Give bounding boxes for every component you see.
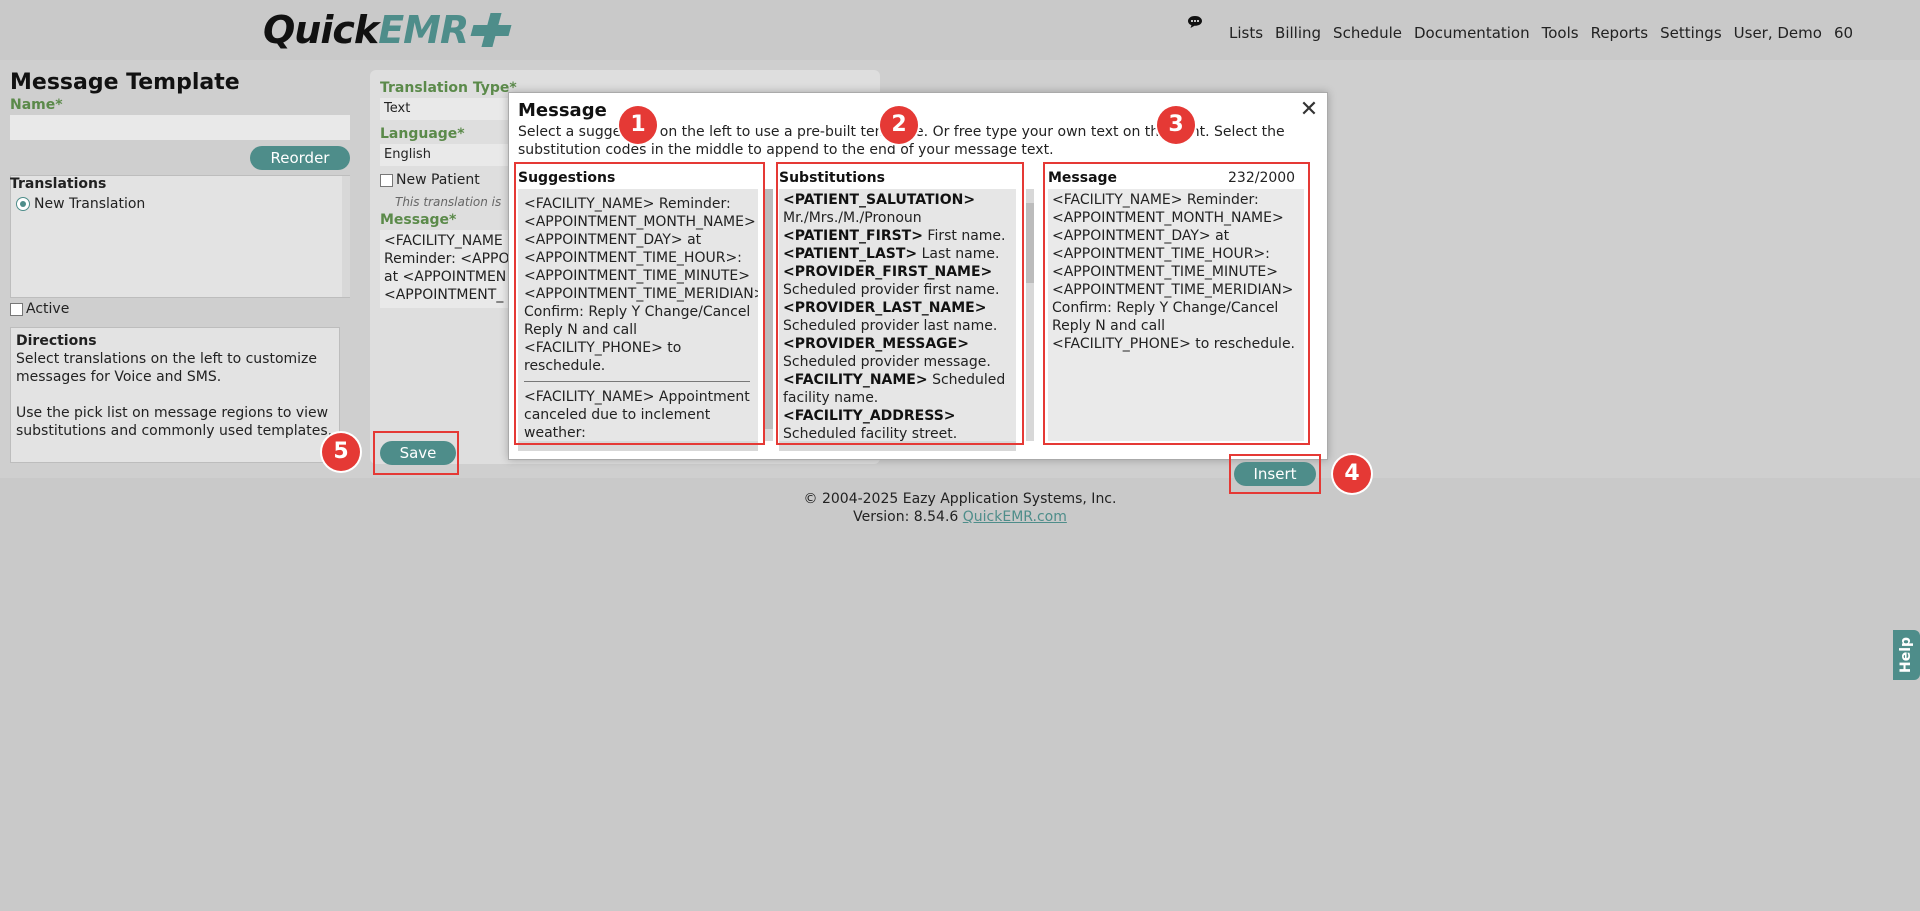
nav-lists[interactable]: Lists <box>1229 24 1263 42</box>
callout-badge-1: 1 <box>619 106 657 144</box>
substitutions-highlight-box <box>776 162 1024 445</box>
directions-spacer <box>16 386 334 404</box>
active-checkbox-row[interactable]: Active <box>10 301 69 317</box>
message-field[interactable]: <FACILITY_NAME Reminder: <APPO at <APPOI… <box>380 230 510 308</box>
page-title: Message Template <box>10 70 240 95</box>
callout-badge-3: 3 <box>1157 106 1195 144</box>
session-timer: 60 <box>1833 24 1854 42</box>
translations-title: Translations <box>10 176 107 192</box>
translation-item-label: New Translation <box>34 196 146 212</box>
help-tab[interactable]: Help <box>1893 630 1920 680</box>
main-nav: Lists Billing Schedule Documentation Too… <box>1229 24 1853 42</box>
nav-billing[interactable]: Billing <box>1275 24 1321 42</box>
footer: © 2004-2025 Eazy Application Systems, In… <box>0 490 1920 526</box>
translation-item-new[interactable]: New Translation <box>16 196 145 212</box>
language-label: Language* <box>380 126 465 142</box>
translation-type-select[interactable]: Text <box>380 98 510 120</box>
logo-quick-text: Quick <box>263 8 379 52</box>
message-preview-line: <FACILITY_NAME <box>384 233 503 249</box>
new-patient-label: New Patient <box>396 172 480 188</box>
directions-title: Directions <box>16 333 97 349</box>
nav-settings[interactable]: Settings <box>1660 24 1722 42</box>
logo-plus-icon <box>472 13 510 47</box>
nav-schedule[interactable]: Schedule <box>1333 24 1402 42</box>
modal-title: Message <box>518 100 607 121</box>
translation-note: This translation is <box>395 195 502 209</box>
substitutions-vscrollbar[interactable] <box>1026 189 1034 441</box>
directions-text-1: Select translations on the left to custo… <box>16 351 318 385</box>
translation-type-label: Translation Type* <box>380 80 517 96</box>
translation-radio[interactable] <box>16 197 30 211</box>
suggestions-highlight-box <box>514 162 765 445</box>
active-label: Active <box>26 301 70 317</box>
callout-badge-5: 5 <box>322 433 360 471</box>
quickemr-link[interactable]: QuickEMR.com <box>963 509 1067 525</box>
active-checkbox[interactable] <box>10 302 23 316</box>
name-input[interactable] <box>10 115 350 140</box>
name-label: Name* <box>10 97 63 113</box>
nav-reports[interactable]: Reports <box>1591 24 1649 42</box>
translations-list[interactable] <box>10 175 350 298</box>
directions-text-2: Use the pick list on message regions to … <box>16 405 333 439</box>
message-preview-line: <APPOINTMENT_ <box>384 287 504 303</box>
new-patient-checkbox[interactable] <box>380 173 393 187</box>
version-text: Version: 8.54.6 <box>853 509 963 525</box>
callout-badge-2: 2 <box>880 106 918 144</box>
insert-highlight-box <box>1229 454 1321 494</box>
version-line: Version: 8.54.6 QuickEMR.com <box>0 508 1920 526</box>
new-patient-row[interactable]: New Patient <box>380 172 480 188</box>
nav-user-menu[interactable]: User, Demo <box>1734 24 1822 42</box>
chat-bubble-icon[interactable] <box>1187 15 1203 29</box>
quickemr-logo[interactable]: Quick EMR <box>263 5 510 55</box>
logo-emr-text: EMR <box>378 8 469 52</box>
nav-documentation[interactable]: Documentation <box>1414 24 1530 42</box>
save-highlight-box <box>373 431 459 475</box>
translations-scrollbar[interactable] <box>342 176 350 297</box>
reorder-button[interactable]: Reorder <box>250 146 350 170</box>
close-icon[interactable]: ✕ <box>1298 99 1320 121</box>
suggestions-vscrollbar[interactable] <box>765 189 773 441</box>
message-preview-line: Reminder: <APPO <box>384 251 510 267</box>
message-preview-line: at <APPOINTMEN <box>384 269 507 285</box>
copyright-text: © 2004-2025 Eazy Application Systems, In… <box>803 491 1117 507</box>
message-label: Message* <box>380 212 457 228</box>
callout-badge-4: 4 <box>1333 455 1371 493</box>
language-select[interactable]: English <box>380 144 510 166</box>
directions-panel: Directions Select translations on the le… <box>10 327 340 463</box>
nav-tools[interactable]: Tools <box>1542 24 1579 42</box>
message-highlight-box <box>1043 162 1310 445</box>
